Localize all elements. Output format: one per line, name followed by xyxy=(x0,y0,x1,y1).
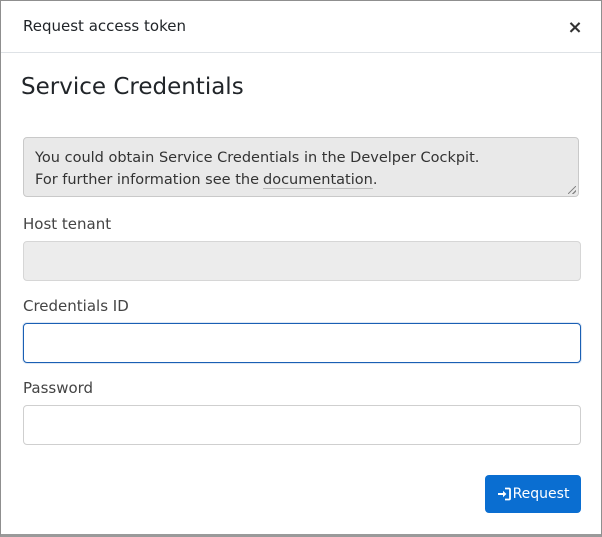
close-button[interactable]: × xyxy=(564,15,586,39)
info-line-2-prefix: For further information see the xyxy=(35,172,259,188)
host-tenant-label: Host tenant xyxy=(23,215,112,233)
sign-in-icon xyxy=(497,487,511,501)
password-input[interactable] xyxy=(23,405,581,445)
documentation-link[interactable]: documentation xyxy=(263,172,373,189)
host-tenant-input[interactable] xyxy=(23,241,581,281)
credentials-id-label: Credentials ID xyxy=(23,297,129,315)
close-icon: × xyxy=(567,16,583,38)
dialog-header: Request access token × xyxy=(1,1,601,53)
request-token-dialog: Request access token × Service Credentia… xyxy=(0,0,602,537)
request-button[interactable]: Request xyxy=(485,475,581,513)
credentials-id-input[interactable] xyxy=(23,323,581,363)
info-line-2: For further information see the documenta… xyxy=(35,169,567,191)
password-label: Password xyxy=(23,379,94,397)
info-line-1: You could obtain Service Credentials in … xyxy=(35,150,480,166)
resize-grip-icon[interactable] xyxy=(568,186,576,194)
request-button-label: Request xyxy=(512,486,570,502)
section-title: Service Credentials xyxy=(21,74,244,100)
info-line-2-suffix: . xyxy=(372,172,378,188)
dialog-title: Request access token xyxy=(23,17,186,35)
info-textarea[interactable]: You could obtain Service Credentials in … xyxy=(23,137,579,197)
